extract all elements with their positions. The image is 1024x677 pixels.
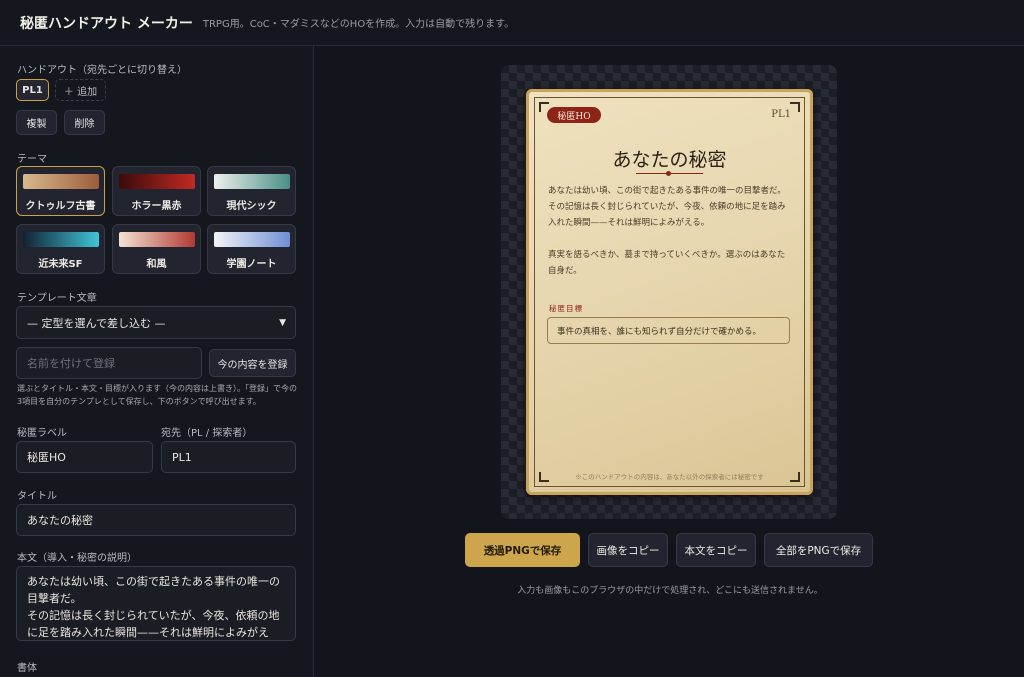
theme-label: 学園ノート: [226, 259, 277, 270]
app-header: 秘匿ハンドアウト メーカー TRPG用。CoC・マダミスなどのHOを作成。入力は…: [0, 0, 1024, 46]
title-input[interactable]: あなたの秘密: [16, 504, 296, 536]
register-template-button[interactable]: 今の内容を登録: [209, 349, 296, 377]
template-help-text: 選ぶとタイトル・本文・目標が入ります（今の内容は上書き）。「登録」で今の3項目を…: [17, 384, 297, 406]
theme-horror[interactable]: ホラー黒赤: [112, 166, 201, 216]
save-png-button[interactable]: 透過PNGで保存: [465, 533, 580, 567]
handout-card-preview: 秘匿HO PL1 あなたの秘密 あなたは幼い頃、この街で起きたある事件の唯一の目…: [526, 89, 813, 495]
theme-scifi[interactable]: 近未来SF: [16, 224, 105, 274]
template-name-input[interactable]: 名前を付けて登録: [16, 347, 202, 379]
card-footer: ※このハンドアウトの内容は、あなた以外の探索者には秘密です: [575, 473, 764, 481]
duplicate-button[interactable]: 複製: [16, 110, 57, 135]
theme-swatch: [214, 174, 290, 189]
theme-label: 現代シック: [226, 201, 277, 212]
theme-label: クトゥルフ古書: [25, 201, 96, 212]
theme-swatch: [119, 174, 195, 189]
card-body: あなたは幼い頃、この街で起きたある事件の唯一の目撃者だ。 その記憶は長く封じられ…: [548, 183, 792, 279]
card-goal-label: 秘匿目標: [549, 304, 583, 313]
secret-label-input[interactable]: 秘匿HO: [16, 441, 153, 473]
recipient-input[interactable]: PL1: [161, 441, 296, 473]
theme-japanese[interactable]: 和風: [112, 224, 201, 274]
body-line: あなたは幼い頃、この街で起きたある事件の唯一の目撃者だ。: [27, 575, 280, 605]
delete-button[interactable]: 削除: [64, 110, 105, 135]
chevron-down-icon: ▼: [279, 317, 286, 328]
handout-tab-pl1[interactable]: PL1: [16, 79, 49, 101]
card-title-rule-dot: [666, 171, 671, 176]
secret-label-label: 秘匿ラベル: [17, 428, 67, 439]
theme-section-label: テーマ: [17, 154, 47, 165]
theme-swatch: [23, 232, 99, 247]
editor-sidebar: ハンドアウト（宛先ごとに切り替え） PL1 ＋ 追加 複製 削除 テーマ クトゥ…: [0, 46, 314, 677]
template-section-label: テンプレート文章: [17, 293, 97, 304]
theme-cthulhu[interactable]: クトゥルフ古書: [16, 166, 105, 216]
copy-image-button[interactable]: 画像をコピー: [588, 533, 668, 567]
theme-swatch: [23, 174, 99, 189]
add-handout-button[interactable]: ＋ 追加: [55, 79, 106, 101]
theme-swatch: [119, 232, 195, 247]
body-textarea[interactable]: あなたは幼い頃、この街で起きたある事件の唯一の目撃者だ。 その記憶は長く封じられ…: [16, 566, 296, 641]
font-label: 書体: [17, 663, 37, 674]
save-all-button[interactable]: 全部をPNGで保存: [764, 533, 873, 567]
card-body-line: あなたは幼い頃、この街で起きたある事件の唯一の目撃者だ。: [548, 186, 786, 196]
card-secret-badge: 秘匿HO: [547, 107, 601, 123]
app-title: 秘匿ハンドアウト メーカー: [20, 15, 193, 32]
theme-school[interactable]: 学園ノート: [207, 224, 296, 274]
card-body-line: 真実を語るべきか、墓まで持っていくべきか。選ぶのはあなた自身だ。: [548, 250, 786, 276]
template-select[interactable]: — 定型を選んで差し込む — ▼: [16, 306, 296, 339]
card-recipient: PL1: [771, 109, 791, 120]
template-select-value: — 定型を選んで差し込む —: [27, 316, 166, 330]
title-label: タイトル: [17, 491, 57, 502]
theme-swatch: [214, 232, 290, 247]
copy-text-button[interactable]: 本文をコピー: [676, 533, 756, 567]
card-body-line: [548, 231, 792, 247]
body-line: その記憶は長く封じられていたが、今夜、依頼の地に足を踏み入れた瞬間——それは鮮明…: [27, 609, 280, 639]
card-goal: 事件の真相を、誰にも知られず自分だけで確かめる。: [547, 317, 790, 344]
card-body-line: その記憶は長く封じられていたが、今夜、依頼の地に足を踏み入れた瞬間——それは鮮明…: [548, 202, 786, 228]
corner-ornament: [790, 102, 800, 112]
theme-label: ホラー黒赤: [131, 201, 182, 212]
handout-section-label: ハンドアウト（宛先ごとに切り替え）: [17, 65, 187, 76]
body-label: 本文（導入・秘密の説明）: [17, 553, 137, 564]
app-subtitle: TRPG用。CoC・マダミスなどのHOを作成。入力は自動で残ります。: [202, 19, 515, 30]
theme-label: 和風: [146, 259, 167, 270]
theme-modern[interactable]: 現代シック: [207, 166, 296, 216]
card-title: あなたの秘密: [612, 149, 727, 171]
recipient-label: 宛先（PL / 探索者）: [161, 428, 253, 439]
privacy-note: 入力も画像もこのブラウザの中だけで処理され、どこにも送信されません。: [517, 586, 823, 596]
theme-label: 近未来SF: [38, 259, 83, 270]
